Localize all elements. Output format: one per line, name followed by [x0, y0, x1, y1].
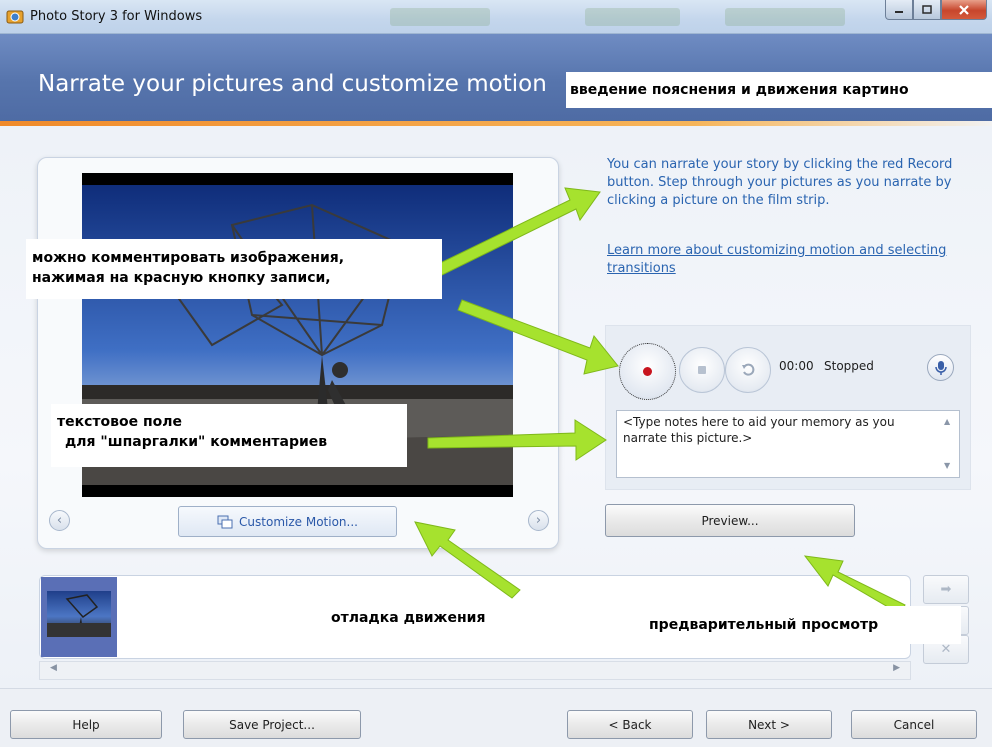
narration-status: Stopped [824, 359, 874, 373]
customize-motion-icon [217, 515, 233, 528]
microphone-icon [934, 360, 947, 375]
annotation-preview-note: предварительный просмотр [643, 606, 961, 644]
help-button[interactable]: Help [10, 710, 162, 739]
save-project-button[interactable]: Save Project... [183, 710, 361, 739]
minimize-button[interactable] [885, 0, 913, 20]
annotation-notes-note: текстовое поле для "шпаргалки" комментар… [51, 404, 407, 467]
intro-text: You can narrate your story by clicking t… [607, 157, 953, 208]
chevron-right-icon: › [535, 513, 542, 528]
preview-button[interactable]: Preview... [605, 504, 855, 537]
undo-icon [742, 363, 755, 376]
record-button[interactable] [619, 343, 676, 400]
back-button[interactable]: < Back [567, 710, 693, 739]
minimize-icon [895, 10, 903, 13]
close-button[interactable] [941, 0, 987, 20]
learn-more-link[interactable]: Learn more about customizing motion and … [607, 242, 989, 278]
window-titlebar: Photo Story 3 for Windows [0, 0, 992, 34]
delete-x-icon: ✕ [940, 642, 952, 657]
blurred-taskbar-item [390, 8, 490, 26]
annotation-narrate-note: можно комментировать изображения, нажима… [26, 239, 442, 299]
scroll-up-icon: ▲ [944, 417, 951, 426]
scroll-down-icon: ▼ [944, 461, 951, 470]
microphone-button[interactable] [927, 354, 954, 381]
annotation-motion-note: отладка движения [325, 600, 540, 636]
annotation-narrate-line1: можно комментировать изображения, [32, 250, 345, 266]
annotation-notes-line1: текстовое поле [57, 414, 183, 430]
maximize-icon [922, 5, 932, 14]
narration-notes-input[interactable]: <Type notes here to aid your memory as y… [616, 410, 960, 478]
scroll-left-icon: ◀ [50, 663, 57, 673]
annotation-notes-line2: для "шпаргалки" комментариев [65, 434, 328, 450]
annotation-narrate-line2: нажимая на красную кнопку записи, [32, 270, 331, 286]
narration-timer: 00:00 [779, 359, 814, 373]
move-picture-right-button[interactable]: ➡ [923, 575, 969, 604]
stop-button[interactable] [679, 347, 725, 393]
previous-picture-button[interactable]: ‹ [49, 510, 70, 531]
filmstrip-thumbnail-selected[interactable] [41, 577, 117, 657]
customize-motion-label: Customize Motion... [239, 514, 358, 529]
scroll-right-icon: ▶ [893, 663, 900, 673]
blurred-taskbar-item [585, 8, 680, 26]
cancel-button[interactable]: Cancel [851, 710, 977, 739]
page-title: Narrate your pictures and customize moti… [38, 71, 547, 97]
next-button[interactable]: Next > [706, 710, 832, 739]
notes-scrollbar[interactable]: ▲ ▼ [939, 411, 959, 477]
maximize-button[interactable] [913, 0, 941, 20]
arrow-right-icon: ➡ [940, 582, 952, 597]
close-icon [959, 4, 969, 15]
window-title: Photo Story 3 for Windows [30, 9, 203, 24]
blurred-taskbar-item [725, 8, 845, 26]
undo-narration-button[interactable] [725, 347, 771, 393]
next-picture-button[interactable]: › [528, 510, 549, 531]
photo-story-app-icon [6, 10, 24, 24]
chevron-left-icon: ‹ [56, 513, 63, 528]
customize-motion-button[interactable]: Customize Motion... [178, 506, 397, 537]
stop-icon [698, 366, 706, 374]
thumbnail-image [47, 591, 111, 637]
filmstrip-scrollbar[interactable]: ◀ ▶ [39, 661, 911, 680]
annotation-header-note: введение пояснения и движения картино [566, 72, 992, 108]
window-controls [885, 0, 987, 20]
record-icon [643, 367, 652, 376]
